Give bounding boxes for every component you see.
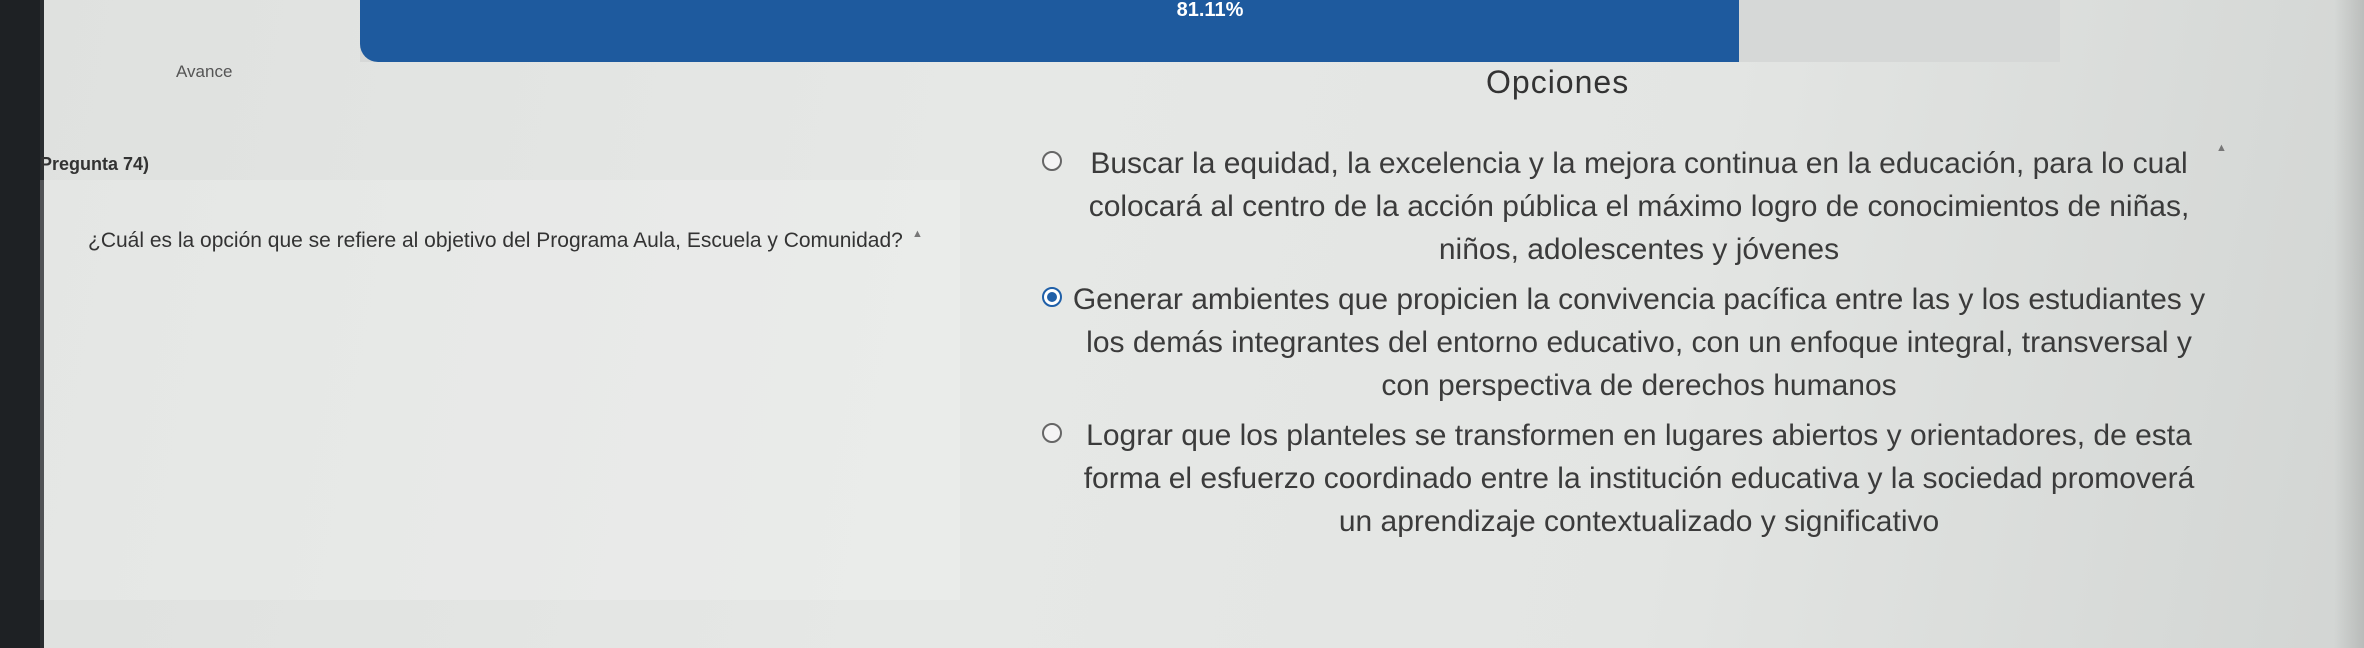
screen: 81.11% Avance Opciones Pregunta 74) ¿Cuá…: [40, 0, 2364, 648]
option-1[interactable]: Buscar la equidad, la excelencia y la me…: [1042, 142, 2282, 271]
screen-edge-shade: [2334, 0, 2364, 648]
option-text[interactable]: Buscar la equidad, la excelencia y la me…: [1064, 142, 2214, 271]
progress-bar: 81.11%: [360, 0, 2060, 62]
option-3[interactable]: Lograr que los planteles se transformen …: [1042, 414, 2282, 543]
option-text[interactable]: Generar ambientes que propicien la convi…: [1064, 278, 2214, 407]
question-number: Pregunta 74): [40, 154, 150, 174]
progress-label: Avance: [176, 62, 233, 81]
option-2[interactable]: Generar ambientes que propicien la convi…: [1042, 278, 2282, 407]
question-text: ¿Cuál es la opción que se refiere al obj…: [88, 229, 903, 252]
options-title: Opciones: [1486, 64, 1630, 100]
progress-percent: 81.11%: [1176, 0, 1244, 21]
options-list: Buscar la equidad, la excelencia y la me…: [1042, 142, 2282, 550]
radio-empty-icon[interactable]: [1042, 151, 1062, 171]
caret-up-icon: ▲: [912, 228, 923, 240]
radio-filled-icon[interactable]: [1042, 287, 1062, 307]
radio-empty-icon[interactable]: [1042, 423, 1062, 443]
option-text[interactable]: Lograr que los planteles se transformen …: [1064, 414, 2214, 543]
